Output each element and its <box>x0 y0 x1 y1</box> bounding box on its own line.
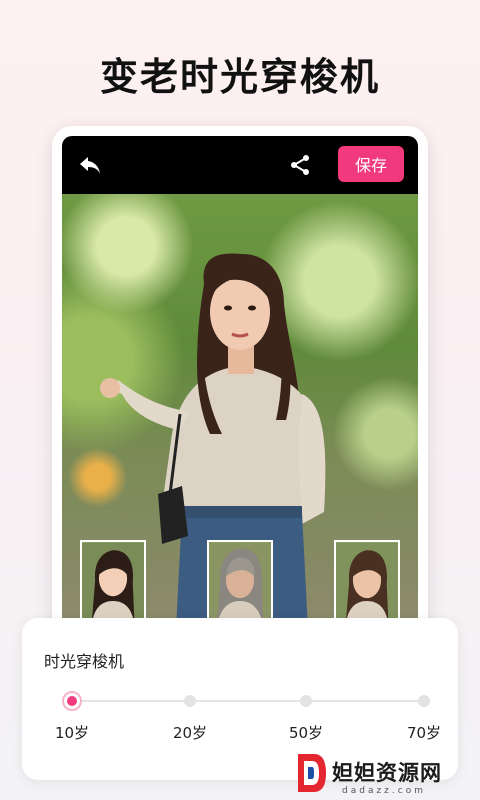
old-face-thumbnail[interactable] <box>207 540 273 630</box>
young-face-thumbnail[interactable] <box>80 540 146 630</box>
age-stop-10[interactable] <box>62 691 82 711</box>
age-stop-70[interactable] <box>418 695 430 707</box>
watermark-url: dadazz.com <box>342 786 426 796</box>
back-arrow-icon[interactable] <box>76 151 104 179</box>
share-icon[interactable] <box>288 153 312 177</box>
page-headline: 变老时光穿梭机 <box>99 55 380 99</box>
watermark-logo-icon <box>298 754 326 792</box>
save-button[interactable]: 保存 <box>338 146 404 182</box>
editor-top-bar: 保存 <box>62 136 418 194</box>
middle-age-face-thumbnail[interactable] <box>334 540 400 630</box>
watermark-name: 妲妲资源网 <box>332 761 442 785</box>
age-stop-50[interactable] <box>300 695 312 707</box>
age-selector-panel: 时光穿梭机 10岁 20岁 50岁 70岁 <box>22 618 458 780</box>
age-stop-20[interactable] <box>184 695 196 707</box>
panel-title: 时光穿梭机 <box>44 652 125 671</box>
age-label-10[interactable]: 10岁 <box>42 722 102 743</box>
age-label-50[interactable]: 50岁 <box>276 722 336 743</box>
age-label-20[interactable]: 20岁 <box>160 722 220 743</box>
age-label-70[interactable]: 70岁 <box>394 722 454 743</box>
age-slider-track[interactable] <box>70 700 422 702</box>
